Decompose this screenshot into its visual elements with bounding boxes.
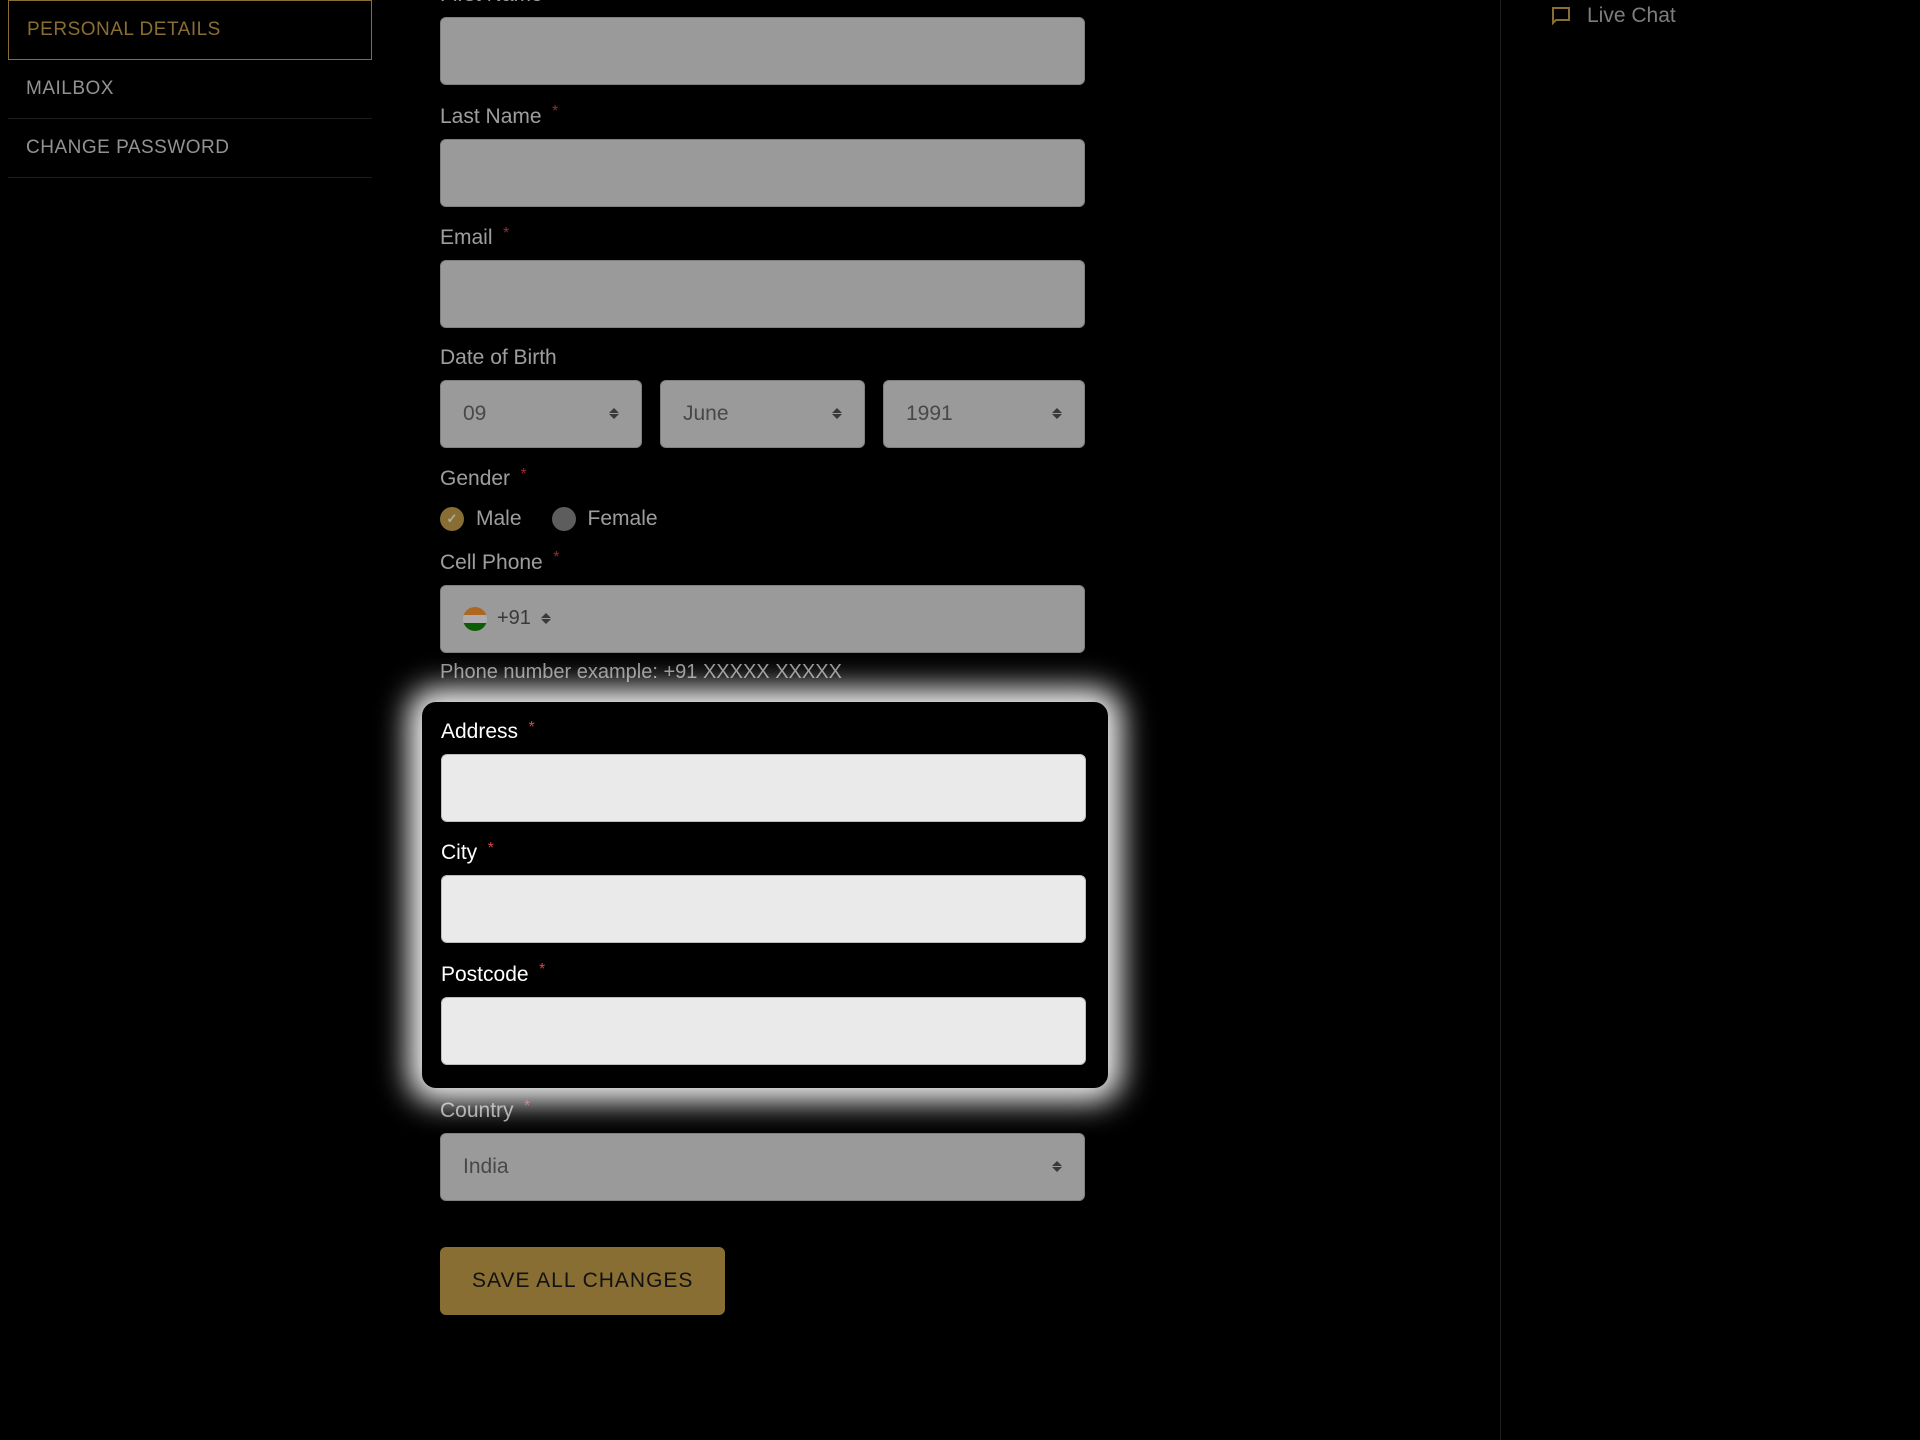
email-group: Email * — [440, 225, 1440, 328]
first-name-group: First Name * — [440, 0, 1440, 85]
phone-input-row: +91 — [440, 585, 1085, 653]
phone-country-select[interactable]: +91 — [463, 607, 563, 631]
live-chat-button[interactable]: Live Chat — [1521, 0, 1900, 32]
phone-number-input[interactable] — [563, 607, 1062, 631]
chevron-updown-icon — [609, 408, 619, 419]
gender-group: Gender * ✓ Male Female — [440, 466, 1440, 531]
address-input[interactable] — [441, 754, 1086, 822]
city-input[interactable] — [441, 875, 1086, 943]
required-asterisk: * — [521, 466, 527, 483]
sidebar-item-mailbox[interactable]: MAILBOX — [8, 60, 372, 119]
gender-male-radio[interactable]: ✓ Male — [440, 507, 522, 531]
city-label: City — [441, 841, 477, 865]
right-panel: Live Chat — [1500, 0, 1920, 1440]
dob-label: Date of Birth — [440, 346, 557, 370]
highlighted-address-section: Address * City * Postcode * — [422, 702, 1108, 1088]
required-asterisk: * — [539, 961, 545, 978]
gender-female-radio[interactable]: Female — [552, 507, 658, 531]
cell-phone-label: Cell Phone — [440, 551, 543, 575]
phone-hint: Phone number example: +91 XXXXX XXXXX — [440, 661, 1440, 684]
dob-year-value: 1991 — [906, 402, 953, 426]
dob-year-select[interactable]: 1991 — [883, 380, 1085, 448]
save-all-changes-button[interactable]: SAVE ALL CHANGES — [440, 1247, 725, 1315]
phone-code: +91 — [497, 607, 531, 630]
first-name-label: First Name — [440, 0, 543, 7]
india-flag-icon — [463, 607, 487, 631]
radio-selected-icon: ✓ — [440, 507, 464, 531]
sidebar: PERSONAL DETAILS MAILBOX CHANGE PASSWORD — [0, 0, 380, 1440]
cell-phone-group: Cell Phone * +91 Phone number example: +… — [440, 549, 1440, 683]
postcode-label: Postcode — [441, 963, 529, 987]
required-asterisk: * — [529, 719, 535, 736]
chat-icon — [1549, 4, 1573, 28]
last-name-group: Last Name * — [440, 103, 1440, 206]
dob-day-select[interactable]: 09 — [440, 380, 642, 448]
dob-month-value: June — [683, 402, 729, 426]
required-asterisk: * — [553, 549, 559, 566]
gender-label: Gender — [440, 467, 510, 491]
chevron-updown-icon — [832, 408, 842, 419]
sidebar-item-change-password[interactable]: CHANGE PASSWORD — [8, 119, 372, 178]
main-form: First Name * Last Name * Email * Date of… — [380, 0, 1500, 1440]
gender-female-label: Female — [588, 507, 658, 531]
gender-male-label: Male — [476, 507, 522, 531]
dob-group: Date of Birth 09 June 1991 — [440, 346, 1440, 448]
sidebar-item-personal-details[interactable]: PERSONAL DETAILS — [8, 0, 372, 60]
required-asterisk: * — [503, 225, 509, 242]
live-chat-label: Live Chat — [1587, 4, 1676, 28]
required-asterisk: * — [552, 103, 558, 120]
postcode-input[interactable] — [441, 997, 1086, 1065]
radio-unselected-icon — [552, 507, 576, 531]
last-name-label: Last Name — [440, 105, 542, 129]
email-label: Email — [440, 226, 493, 250]
city-group: City * — [441, 840, 1089, 943]
dob-day-value: 09 — [463, 402, 486, 426]
chevron-updown-icon — [1052, 408, 1062, 419]
required-asterisk: * — [524, 1098, 530, 1115]
required-asterisk: * — [488, 840, 494, 857]
country-select[interactable]: India — [440, 1133, 1085, 1201]
postcode-group: Postcode * — [441, 961, 1089, 1064]
chevron-updown-icon — [541, 613, 551, 624]
country-value: India — [463, 1155, 509, 1179]
first-name-input[interactable] — [440, 17, 1085, 85]
email-input[interactable] — [440, 260, 1085, 328]
dob-month-select[interactable]: June — [660, 380, 865, 448]
country-label: Country — [440, 1099, 514, 1123]
country-group: Country * India — [440, 1098, 1440, 1201]
chevron-updown-icon — [1052, 1161, 1062, 1172]
address-label: Address — [441, 720, 518, 744]
address-group: Address * — [441, 719, 1089, 822]
last-name-input[interactable] — [440, 139, 1085, 207]
